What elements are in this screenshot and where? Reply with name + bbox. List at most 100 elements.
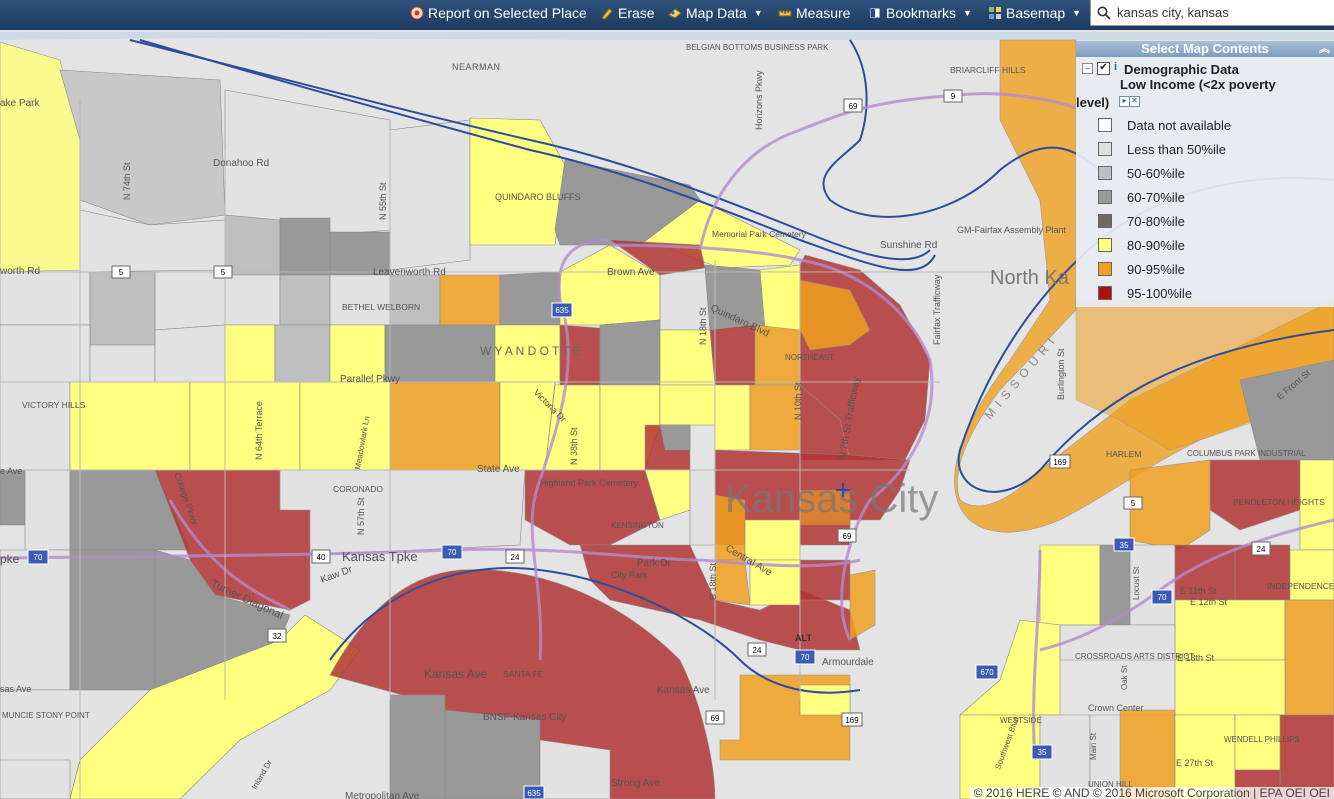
erase-button[interactable]: Erase	[600, 0, 655, 26]
map-label: Kansas Ave	[424, 667, 487, 681]
remove-layer-icon[interactable]: ✕	[1129, 96, 1140, 107]
map-label: CORONADO	[333, 484, 383, 494]
info-icon[interactable]: i	[1114, 61, 1117, 73]
map-label: Kansas Tpke	[342, 549, 418, 564]
highway-shield: 5	[1123, 496, 1143, 510]
basemap-grid-icon	[989, 7, 1001, 19]
bookmark-icon	[869, 7, 881, 19]
map-label: Leavenworth Rd	[373, 267, 446, 278]
legend-label: 70-80%ile	[1127, 213, 1185, 229]
measure-label: Measure	[796, 5, 851, 21]
map-label: ALT	[795, 633, 812, 643]
report-selected-place-button[interactable]: Report on Selected Place	[410, 0, 587, 26]
map-label: HARLEM	[1106, 449, 1141, 459]
legend-item: 90-95%ile	[1098, 257, 1231, 281]
map-label: SANTA FE	[503, 669, 544, 679]
svg-text:69: 69	[843, 532, 852, 541]
map-label: N 38th St	[569, 427, 579, 465]
basemap-menu[interactable]: Basemap ▼	[988, 0, 1081, 26]
map-label: sas Ave	[0, 684, 31, 694]
svg-text:32: 32	[273, 632, 282, 641]
highway-shield: 169	[841, 712, 863, 727]
svg-text:169: 169	[845, 716, 859, 725]
top-toolbar: Report on Selected Place Erase Map Data …	[0, 0, 1334, 30]
collapse-up-icon[interactable]: ︽	[1319, 41, 1330, 57]
map-label: Metropolitan Ave	[345, 791, 420, 799]
legend-item: 50-60%ile	[1098, 161, 1231, 185]
map-label: S 18th St	[708, 562, 718, 600]
map-label: BRIARCLIFF HILLS	[950, 65, 1026, 75]
legend-label: 50-60%ile	[1127, 165, 1185, 181]
highway-shield: 69	[843, 98, 863, 113]
collapse-layer-icon[interactable]: –	[1082, 63, 1093, 74]
highway-shield: 70	[794, 649, 816, 665]
map-label: E 27th St	[1176, 758, 1214, 768]
svg-text:670: 670	[980, 668, 994, 677]
map-label: Park Dr	[637, 558, 672, 569]
legend-item: Less than 50%ile	[1098, 137, 1231, 161]
legend-swatch	[1098, 142, 1112, 156]
svg-text:70: 70	[801, 653, 810, 662]
map-label: N 10th St	[793, 382, 803, 420]
map-label: Memorial Park Cemetery	[712, 229, 807, 239]
map-label: WENDELL PHILLIPS	[1224, 735, 1300, 744]
legend-swatch	[1098, 166, 1112, 180]
map-label: Parallel Pkwy	[340, 374, 400, 385]
panel-title: Select Map Contents	[1141, 41, 1269, 56]
bookmarks-label: Bookmarks	[886, 5, 957, 21]
legend-item: 70-80%ile	[1098, 209, 1231, 233]
map-label: E 12th St	[1190, 597, 1228, 607]
legend-swatch	[1098, 214, 1112, 228]
map-label: Crown Center	[1088, 703, 1144, 713]
chevron-down-icon: ▼	[963, 8, 972, 18]
highway-shield: 635	[551, 302, 573, 318]
svg-text:635: 635	[555, 306, 569, 315]
highway-shield: 635	[523, 785, 545, 799]
map-label: WESTSIDE	[1000, 716, 1042, 725]
highway-shield: 169	[1049, 454, 1071, 469]
legend-swatch	[1098, 190, 1112, 204]
ruler-icon	[778, 10, 792, 17]
svg-text:35: 35	[1038, 748, 1047, 757]
highway-shield: 9	[943, 89, 963, 103]
legend-label: 60-70%ile	[1127, 189, 1185, 205]
map-label: W Y A N D O T T E	[480, 344, 581, 358]
svg-text:69: 69	[849, 102, 858, 111]
highway-shield: 70	[1151, 589, 1173, 605]
search-input[interactable]	[1117, 5, 1317, 20]
map-label: Main St	[1089, 732, 1098, 760]
legend-swatch	[1098, 286, 1112, 300]
basemap-label: Basemap	[1006, 5, 1066, 21]
highway-shield: 35	[1031, 744, 1053, 760]
measure-button[interactable]: Measure	[778, 0, 850, 26]
highway-shield: 32	[267, 628, 287, 643]
svg-text:70: 70	[34, 553, 43, 562]
map-label: PENDLETON HEIGHTS	[1233, 497, 1325, 507]
map-data-menu[interactable]: Map Data ▼	[668, 0, 763, 26]
svg-text:40: 40	[317, 553, 326, 562]
legend-swatch	[1098, 118, 1112, 132]
map-label: NEARMAN	[452, 62, 501, 72]
map-label: MUNCIE STONY POINT	[2, 711, 90, 720]
bookmarks-menu[interactable]: Bookmarks ▼	[868, 0, 972, 26]
report-label: Report on Selected Place	[428, 5, 587, 21]
svg-text:35: 35	[1120, 541, 1129, 550]
svg-text:5: 5	[221, 268, 226, 277]
highway-shield: 5	[111, 265, 131, 279]
map-contents-panel: Select Map Contents ︽ – ✔ i Demographic …	[1076, 41, 1334, 307]
layer-name-line1: Low Income (<2x poverty	[1120, 77, 1276, 92]
svg-text:5: 5	[119, 268, 124, 277]
svg-text:70: 70	[1158, 593, 1167, 602]
layer-visibility-checkbox[interactable]: ✔	[1097, 62, 1110, 75]
map-label: N 18th St	[698, 307, 708, 345]
map-label: Burlington St	[1056, 348, 1066, 400]
svg-text:9: 9	[951, 92, 956, 101]
highway-shield: 70	[441, 544, 463, 560]
legend-label: 95-100%ile	[1127, 285, 1193, 301]
highway-shield: 69	[705, 710, 725, 725]
legend-label: Data not available	[1127, 117, 1232, 133]
highway-shield: 24	[747, 642, 767, 657]
chevron-down-icon: ▼	[1072, 8, 1082, 18]
map-label: Armourdale	[822, 657, 874, 668]
map-label: N 57th St	[356, 497, 366, 535]
